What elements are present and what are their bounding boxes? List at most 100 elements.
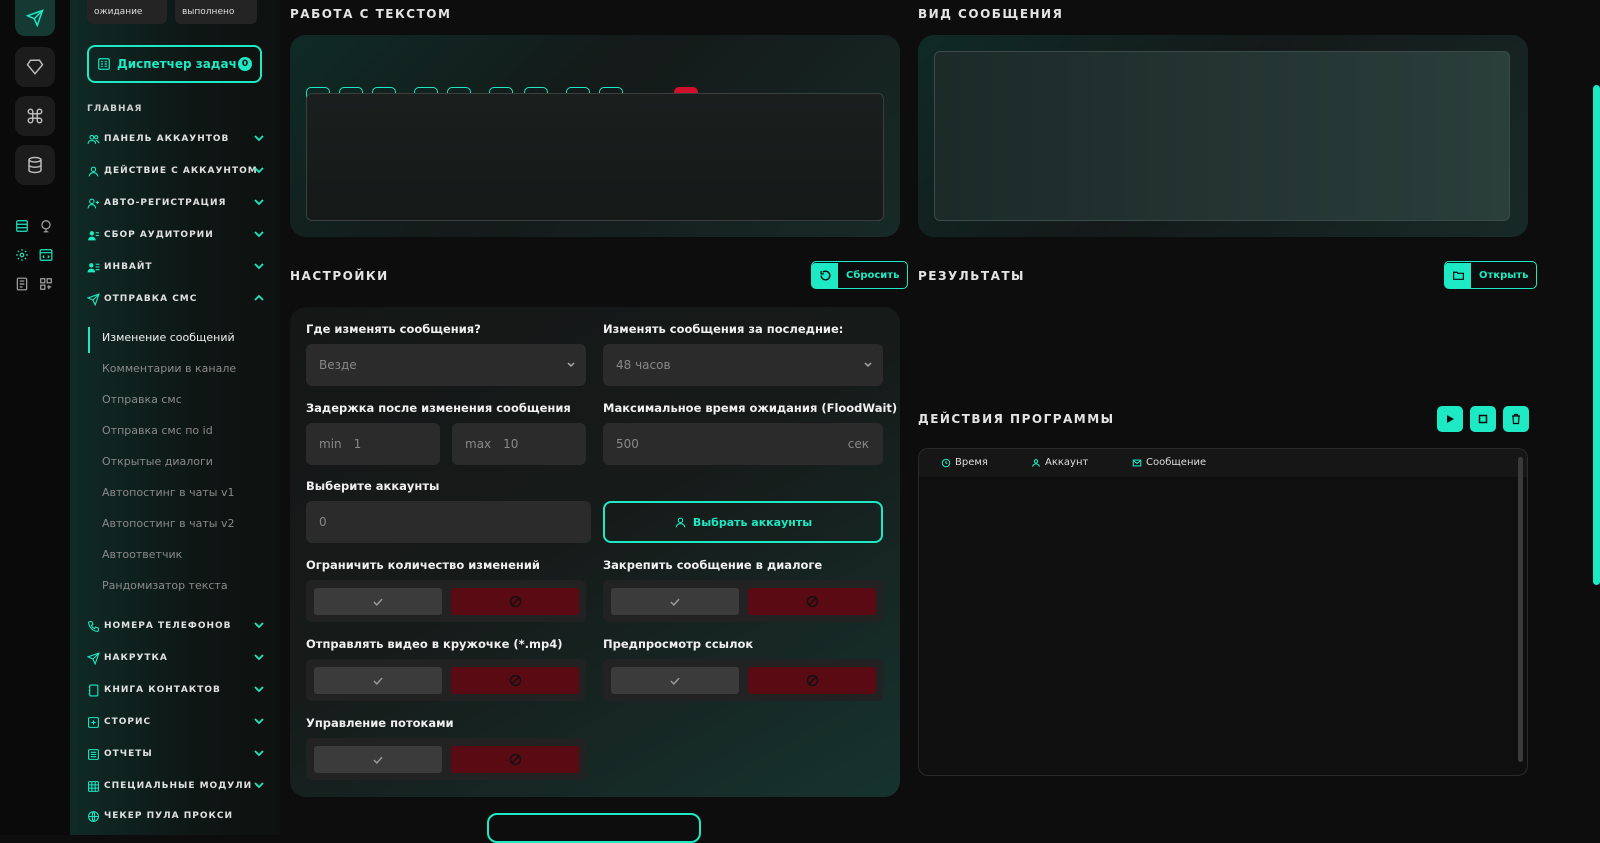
user-group-icon [86,228,100,242]
settings-title: НАСТРОЙКИ [290,269,389,283]
flood-input[interactable]: 500 сек [603,423,883,465]
code-window-icon[interactable] [37,246,55,264]
nav-item-contacts-book[interactable]: КНИГА КОНТАКТОВ [86,680,264,700]
send-plus-icon [86,651,100,665]
sub-item-edit-messages[interactable]: Изменение сообщений [102,331,235,344]
where-select[interactable]: Везде [306,344,586,386]
send-icon[interactable] [15,0,55,36]
sidebar: ожидание выполнено Диспетчер задач 0 ГЛА… [70,0,280,835]
toggle-off[interactable] [748,588,876,615]
check-icon [373,756,383,764]
nav-item-label: СПЕЦИАЛЬНЫЕ МОДУЛИ [104,781,253,791]
chevron-down-icon [254,231,264,238]
report-icon [86,747,100,761]
chevron-down-icon [567,362,575,368]
sub-item-open-dialogs[interactable]: Открытые диалоги [102,455,213,468]
document-icon[interactable] [13,275,31,293]
book-icon [86,683,100,697]
delay-min-input[interactable]: min 1 [306,423,440,465]
nav-item-account-actions[interactable]: ДЕЙСТВИЕ С АККАУНТОМ [86,161,264,181]
diamond-icon[interactable] [15,47,55,87]
sub-item-send-sms-by-id[interactable]: Отправка смс по id [102,424,213,437]
task-manager-button[interactable]: Диспетчер задач 0 [87,45,262,83]
nav-item-label: СБОР АУДИТОРИИ [104,230,214,240]
nav-item-reports[interactable]: ОТЧЕТЫ [86,744,264,764]
delay-max-input[interactable]: max 10 [452,423,586,465]
user-icon [86,164,100,178]
sub-item-channel-comments[interactable]: Комментарии в канале [102,362,236,375]
limit-label: Ограничить количество изменений [306,558,540,572]
play-icon[interactable] [1437,406,1463,432]
toggle-on[interactable] [314,746,442,773]
globe-icon [86,809,100,823]
database-icon[interactable] [15,145,55,185]
gear-icon[interactable] [13,246,31,264]
open-results-button[interactable]: Открыть [1444,261,1538,289]
toggle-on[interactable] [611,588,739,615]
nav-item-auto-registration[interactable]: АВТО-РЕГИСТРАЦИЯ [86,193,264,213]
refresh-icon [812,262,838,288]
reset-label: Сбросить [846,269,900,281]
ban-icon [509,674,521,687]
reset-button[interactable]: Сбросить [811,261,909,289]
sub-item-autopost-v1[interactable]: Автопостинг в чаты v1 [102,486,234,499]
toggle-off[interactable] [451,746,579,773]
users-icon [86,132,100,146]
col-time[interactable]: Время [941,457,988,468]
server-icon[interactable] [13,217,31,235]
message-text-input[interactable] [306,93,884,221]
stop-icon[interactable] [1470,406,1496,432]
ban-icon [806,595,818,608]
nav-item-proxy-checker[interactable]: ЧЕКЕР ПУЛА ПРОКСИ [86,806,264,826]
nav-item-label: ОТЧЕТЫ [104,749,153,759]
nav-item-phone-numbers[interactable]: НОМЕРА ТЕЛЕФОНОВ [86,616,264,636]
page-scrollbar[interactable] [1593,85,1600,585]
nav-item-label: КНИГА КОНТАКТОВ [104,685,221,695]
video-toggle [306,659,586,701]
nav-item-accounts-panel[interactable]: ПАНЕЛЬ АККАУНТОВ [86,129,264,149]
phone-icon [86,619,100,633]
command-icon[interactable] [15,96,55,136]
status-chip-waiting[interactable]: ожидание [87,0,167,24]
nav-item-invite[interactable]: ИНВАЙТ [86,257,264,277]
ban-icon [509,595,521,608]
period-select[interactable]: 48 часов [603,344,883,386]
col-account[interactable]: Аккаунт [1031,457,1088,468]
start-button[interactable] [487,813,701,843]
nav-item-stories[interactable]: СТОРИС [86,712,264,732]
col-message[interactable]: Сообщение [1132,457,1206,468]
grid-icon [86,779,100,793]
chevron-down-icon [254,718,264,725]
sub-item-text-randomizer[interactable]: Рандомизатор текста [102,579,228,592]
nav-item-audience[interactable]: СБОР АУДИТОРИИ [86,225,264,245]
nav-item-boost[interactable]: НАКРУТКА [86,648,264,668]
sub-item-autoresponder[interactable]: Автоответчик [102,548,182,561]
sub-item-send-sms[interactable]: Отправка смс [102,393,182,406]
delay-min-prefix: min [319,437,342,451]
log-scrollbar[interactable] [1518,457,1523,762]
sub-item-autopost-v2[interactable]: Автопостинг в чаты v2 [102,517,234,530]
col-account-label: Аккаунт [1045,457,1089,468]
period-label: Изменять сообщения за последние: [603,322,844,336]
toggle-on[interactable] [314,588,442,615]
pick-accounts-button[interactable]: Выбрать аккаунты [603,501,883,543]
preview-title: ВИД СООБЩЕНИЯ [918,7,1064,21]
toggle-on[interactable] [611,667,739,694]
toggle-off[interactable] [451,667,579,694]
task-icon [98,58,110,70]
webcam-icon[interactable] [37,217,55,235]
toggle-off[interactable] [451,588,579,615]
accounts-count-input[interactable]: 0 [306,501,591,543]
toggle-off[interactable] [748,667,876,694]
nav-item-send-sms[interactable]: ОТПРАВКА СМС [86,289,264,309]
user-plus-icon [86,196,100,210]
status-chip-done[interactable]: выполнено [175,0,257,24]
ban-icon [806,674,818,687]
toggle-on[interactable] [314,667,442,694]
check-icon [373,598,383,606]
apps-icon[interactable] [37,275,55,293]
trash-icon[interactable] [1503,406,1529,432]
nav-item-special-modules[interactable]: СПЕЦИАЛЬНЫЕ МОДУЛИ [86,776,264,796]
folder-icon [1445,262,1471,288]
check-icon [670,677,680,685]
